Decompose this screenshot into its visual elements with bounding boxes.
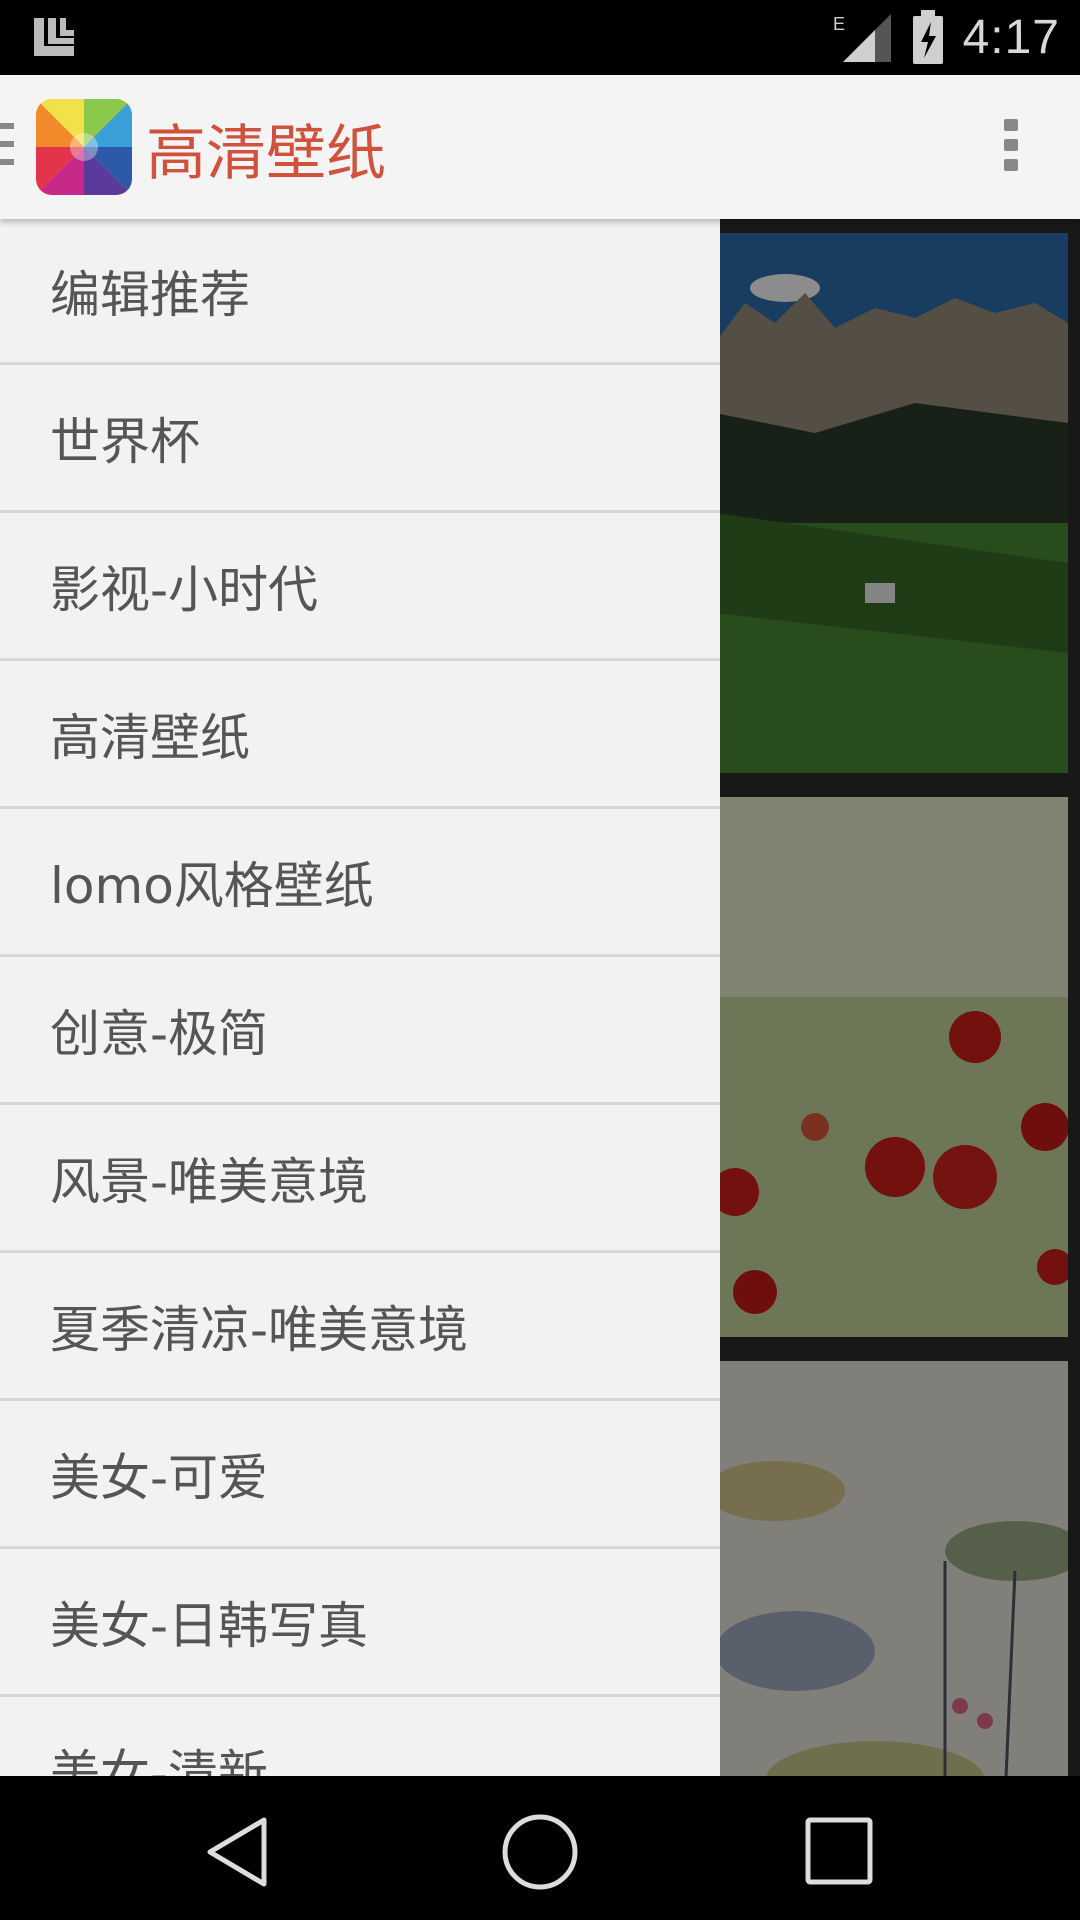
drawer-item[interactable]: 美女-可爱 bbox=[0, 1401, 720, 1549]
drawer-item[interactable]: 编辑推荐 bbox=[0, 219, 720, 365]
app-title: 高清壁纸 bbox=[146, 119, 386, 189]
drawer-item[interactable]: lomo风格壁纸 bbox=[0, 809, 720, 957]
clock: 4:17 bbox=[962, 11, 1060, 64]
drawer-item[interactable]: 夏季清凉-唯美意境 bbox=[0, 1253, 720, 1401]
recents-icon[interactable] bbox=[800, 1812, 880, 1892]
home-icon[interactable] bbox=[500, 1812, 580, 1892]
status-bar: E 4:17 bbox=[0, 0, 1080, 75]
app-bar: 高清壁纸 bbox=[0, 75, 1080, 219]
drawer-item[interactable]: 高清壁纸 bbox=[0, 661, 720, 809]
network-type-label: E bbox=[833, 14, 845, 34]
back-icon[interactable] bbox=[198, 1812, 278, 1892]
drawer-item[interactable]: 美女-日韩写真 bbox=[0, 1549, 720, 1697]
menu-icon[interactable] bbox=[0, 123, 14, 169]
system-nav-bar bbox=[0, 1776, 1080, 1920]
drawer-item[interactable]: 风景-唯美意境 bbox=[0, 1105, 720, 1253]
drawer-item[interactable]: 创意-极简 bbox=[0, 957, 720, 1105]
navigation-drawer: 编辑推荐 世界杯 影视-小时代 高清壁纸 lomo风格壁纸 创意-极简 风景-唯美意境 夏季清… bbox=[0, 219, 720, 1776]
drawer-item[interactable]: 影视-小时代 bbox=[0, 513, 720, 661]
overflow-menu-icon[interactable] bbox=[1004, 119, 1020, 175]
signal-icon: E bbox=[833, 13, 891, 62]
drawer-item[interactable]: 世界杯 bbox=[0, 365, 720, 513]
notification-icon bbox=[34, 18, 74, 56]
app-logo bbox=[36, 99, 132, 195]
battery-charging-icon bbox=[912, 9, 943, 64]
drawer-item[interactable]: 美女-清新 bbox=[0, 1697, 720, 1777]
